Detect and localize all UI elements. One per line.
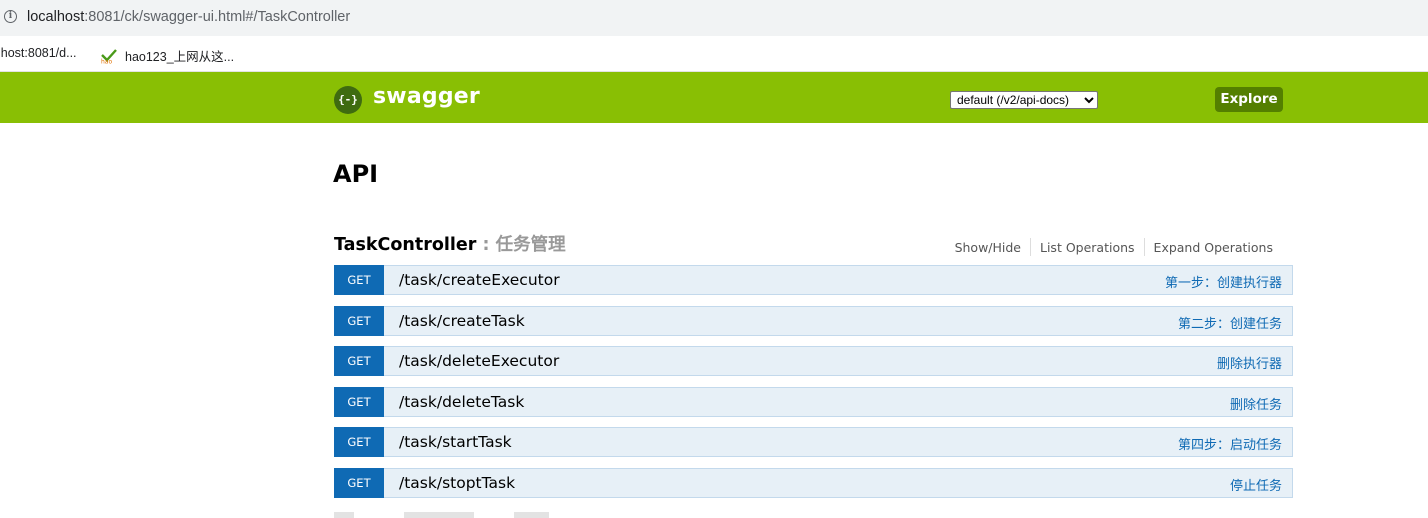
expand-operations-link[interactable]: Expand Operations xyxy=(1145,240,1282,255)
url-text[interactable]: localhost:8081/ck/swagger-ui.html#/TaskC… xyxy=(27,9,350,25)
operation-path[interactable]: /task/createTask xyxy=(399,312,525,330)
operation-summary[interactable]: 删除执行器 xyxy=(1217,353,1282,372)
operation-row[interactable]: GET /task/createExecutor 第一步：创建执行器 xyxy=(334,265,1293,295)
operation-summary[interactable]: 停止任务 xyxy=(1230,475,1282,494)
page-title: API xyxy=(333,160,379,188)
http-method-badge[interactable]: GET xyxy=(334,467,384,498)
browser-address-bar[interactable]: i localhost:8081/ck/swagger-ui.html#/Tas… xyxy=(0,0,1428,36)
http-method-badge[interactable]: GET xyxy=(334,305,384,336)
operation-row[interactable]: GET /task/deleteExecutor 删除执行器 xyxy=(334,346,1293,376)
operation-path[interactable]: /task/startTask xyxy=(399,433,512,451)
bookmark-localhost[interactable]: lhost:8081/d... xyxy=(0,46,77,60)
operation-summary[interactable]: 删除任务 xyxy=(1230,394,1282,413)
resource-options: Show/Hide List Operations Expand Operation… xyxy=(946,238,1282,256)
url-host: localhost xyxy=(27,9,85,25)
http-method-badge[interactable]: GET xyxy=(334,346,384,376)
operation-row[interactable]: GET /task/createTask 第二步：创建任务 xyxy=(334,305,1293,336)
api-spec-select[interactable]: default (/v2/api-docs) xyxy=(950,91,1098,109)
resource-heading[interactable]: TaskController : 任务管理 xyxy=(334,231,566,256)
operations-list: GET /task/createExecutor 第一步：创建执行器 GET /… xyxy=(334,265,1293,508)
bookmark-hao123-label: hao123_上网从这... xyxy=(125,50,235,64)
operation-summary[interactable]: 第二步：创建任务 xyxy=(1178,313,1282,332)
svg-text:hao: hao xyxy=(101,59,112,65)
hao123-icon: hao xyxy=(100,48,118,64)
info-icon[interactable]: i xyxy=(4,10,17,23)
operation-row[interactable]: GET /task/deleteTask 删除任务 xyxy=(334,386,1293,417)
explore-button[interactable]: Explore xyxy=(1215,87,1283,112)
next-resource-heading-cutoff xyxy=(334,512,564,518)
operation-path[interactable]: /task/stoptTask xyxy=(399,474,515,492)
operation-summary[interactable]: 第一步：创建执行器 xyxy=(1165,272,1282,291)
swagger-header xyxy=(0,72,1428,123)
http-method-badge[interactable]: GET xyxy=(334,427,384,457)
resource-description: : 任务管理 xyxy=(476,235,566,255)
operation-path[interactable]: /task/deleteExecutor xyxy=(399,352,559,370)
bookmark-hao123[interactable]: hao hao123_上网从这... xyxy=(100,46,234,65)
swagger-logo-icon[interactable]: {-} xyxy=(334,86,362,114)
operation-row[interactable]: GET /task/stoptTask 停止任务 xyxy=(334,467,1293,498)
http-method-badge[interactable]: GET xyxy=(334,265,384,295)
show-hide-link[interactable]: Show/Hide xyxy=(946,240,1030,255)
operation-path[interactable]: /task/createExecutor xyxy=(399,271,560,289)
operation-path[interactable]: /task/deleteTask xyxy=(399,393,524,411)
url-path: :8081/ck/swagger-ui.html#/TaskController xyxy=(84,9,351,25)
http-method-badge[interactable]: GET xyxy=(334,386,384,417)
bookmarks-bar: lhost:8081/d... hao hao123_上网从这... xyxy=(0,36,1428,72)
resource-name[interactable]: TaskController xyxy=(334,235,476,255)
swagger-brand[interactable]: swagger xyxy=(373,84,480,109)
list-operations-link[interactable]: List Operations xyxy=(1031,240,1144,255)
operation-summary[interactable]: 第四步：启动任务 xyxy=(1178,434,1282,453)
operation-row[interactable]: GET /task/startTask 第四步：启动任务 xyxy=(334,427,1293,457)
